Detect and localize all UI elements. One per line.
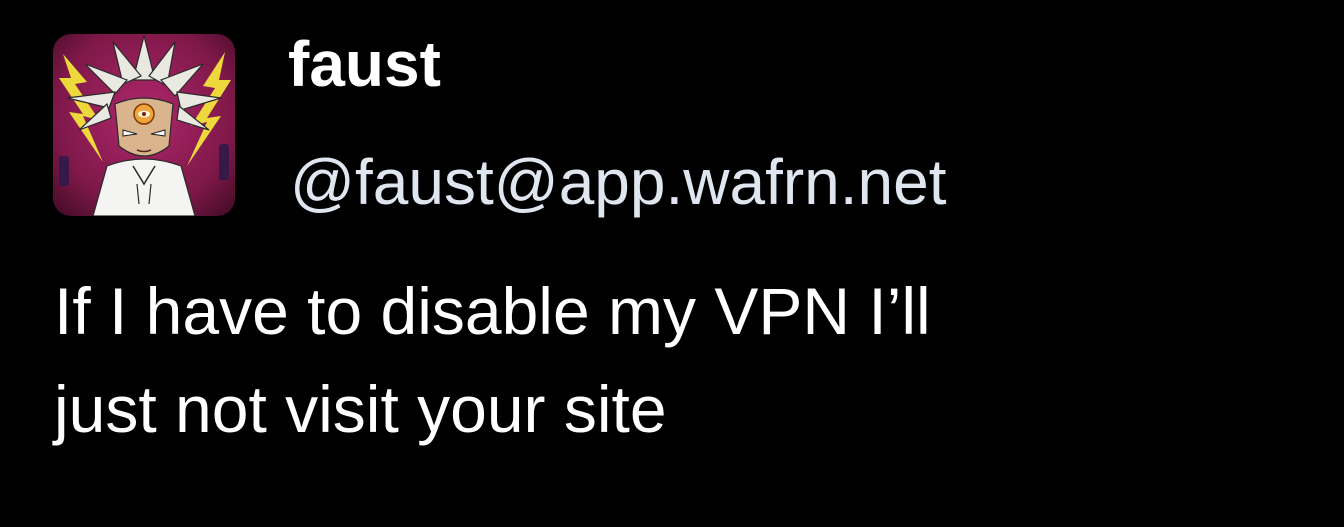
display-name[interactable]: faust bbox=[288, 22, 441, 106]
post-body: If I have to disable my VPN I’ll just no… bbox=[54, 262, 1294, 458]
post-body-line: just not visit your site bbox=[54, 372, 667, 446]
post-body-line: If I have to disable my VPN I’ll bbox=[54, 274, 931, 348]
user-handle[interactable]: @faust@app.wafrn.net bbox=[290, 142, 947, 222]
anime-character-avatar-icon bbox=[53, 34, 235, 216]
post-card: faust @faust@app.wafrn.net If I have to … bbox=[0, 0, 1344, 527]
avatar[interactable] bbox=[53, 34, 235, 216]
